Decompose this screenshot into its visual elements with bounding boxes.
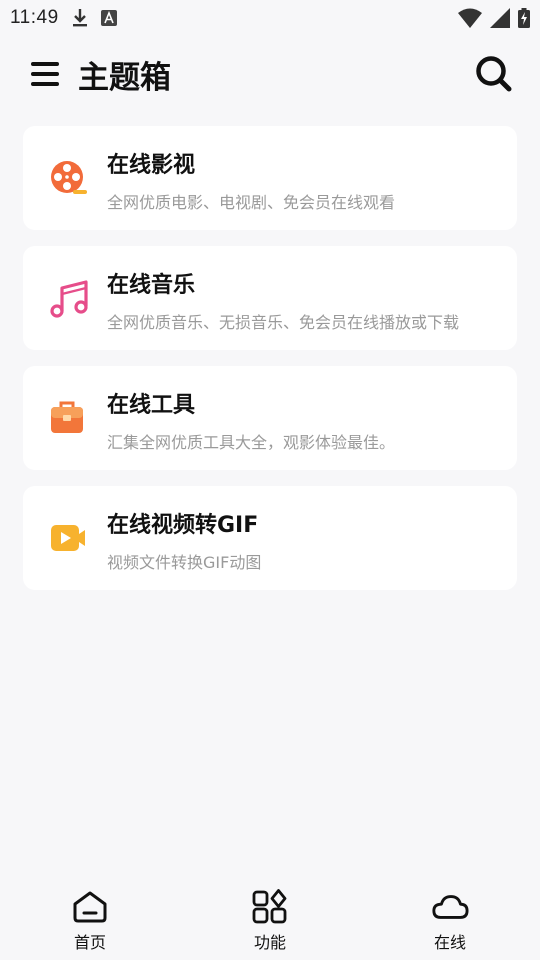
card-title: 在线影视: [107, 153, 196, 178]
cloud-icon: [431, 888, 469, 926]
search-icon: [476, 56, 512, 92]
app-bar: 主题箱: [0, 44, 540, 104]
wifi-icon: [458, 8, 482, 28]
toolbox-icon: [49, 399, 87, 437]
card-description: 视频文件转换GIF动图: [107, 553, 262, 572]
search-button[interactable]: [474, 54, 514, 94]
signal-icon: [490, 8, 510, 28]
card-title: 在线工具: [107, 393, 196, 418]
card-description: 汇集全网优质工具大全，观影体验最佳。: [107, 433, 396, 452]
status-right: [458, 8, 530, 28]
card-online-music[interactable]: 在线音乐 全网优质音乐、无损音乐、免会员在线播放或下载: [23, 246, 517, 350]
card-title: 在线音乐: [107, 273, 196, 298]
nav-label: 在线: [433, 933, 466, 952]
battery-charging-icon: [518, 8, 530, 28]
nav-item-features[interactable]: 功能: [180, 880, 360, 960]
status-time: 11:49: [10, 7, 59, 28]
nav-item-online[interactable]: 在线: [360, 880, 540, 960]
status-bar: 11:49: [0, 0, 540, 36]
card-description: 全网优质音乐、无损音乐、免会员在线播放或下载: [107, 313, 460, 332]
menu-button[interactable]: [30, 59, 60, 89]
film-reel-icon: [49, 159, 87, 197]
feature-list: 在线影视 全网优质电影、电视剧、免会员在线观看 在线音乐 全网优质音乐、无损音乐…: [23, 126, 517, 606]
status-left: 11:49: [10, 7, 117, 29]
card-description: 全网优质电影、电视剧、免会员在线观看: [107, 193, 396, 212]
menu-icon: [31, 62, 59, 86]
card-online-video[interactable]: 在线影视 全网优质电影、电视剧、免会员在线观看: [23, 126, 517, 230]
card-online-tools[interactable]: 在线工具 汇集全网优质工具大全，观影体验最佳。: [23, 366, 517, 470]
download-icon: [71, 8, 89, 28]
video-camera-icon: [49, 519, 87, 557]
nav-label: 功能: [253, 933, 286, 952]
page-title: 主题箱: [78, 59, 171, 96]
apps-grid-icon: [251, 888, 289, 926]
bottom-nav: 首页 功能 在线: [0, 880, 540, 960]
app-notification-icon: [100, 10, 117, 26]
card-video-to-gif[interactable]: 在线视频转GIF 视频文件转换GIF动图: [23, 486, 517, 590]
nav-item-home[interactable]: 首页: [0, 880, 180, 960]
nav-label: 首页: [73, 933, 106, 952]
home-icon: [71, 888, 109, 926]
music-note-icon: [49, 279, 88, 318]
card-title: 在线视频转GIF: [107, 513, 259, 538]
